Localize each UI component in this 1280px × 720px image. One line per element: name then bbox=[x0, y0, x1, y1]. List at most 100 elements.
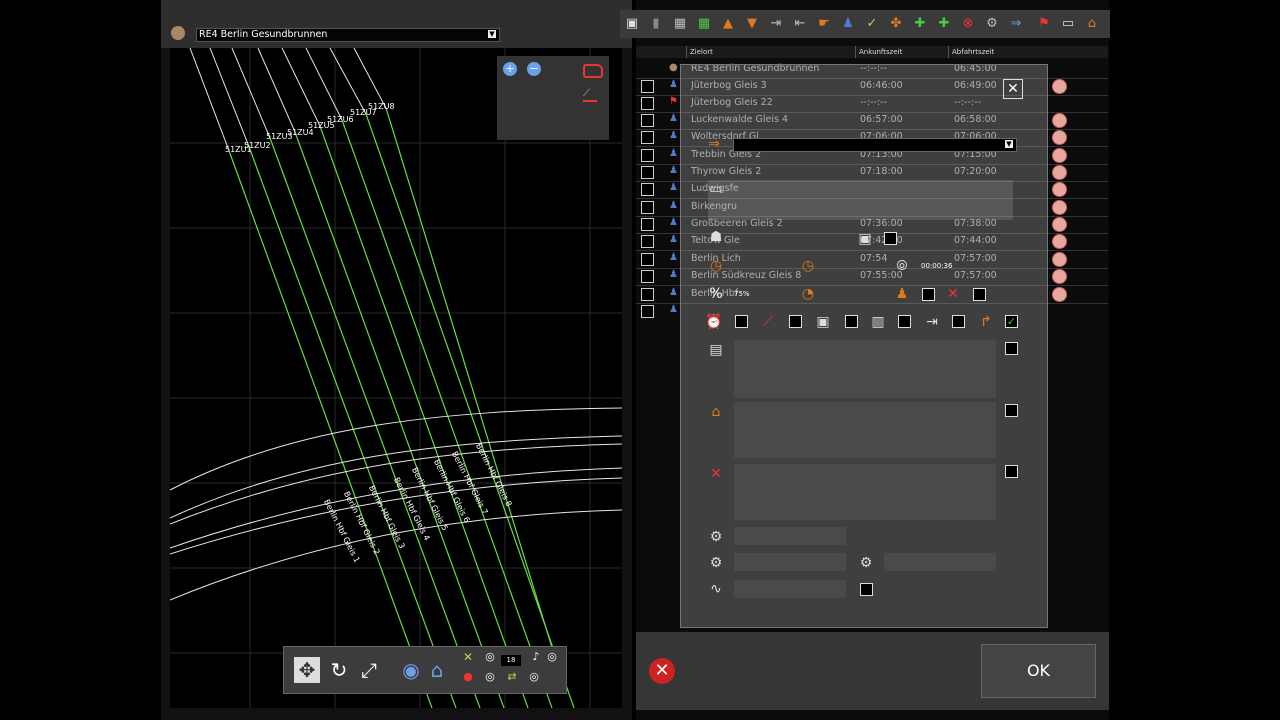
route-icon[interactable]: ⇄ bbox=[504, 669, 520, 685]
home-icon[interactable]: ⌂ bbox=[424, 657, 450, 683]
station-icon[interactable]: ⌂ bbox=[1084, 16, 1100, 32]
track-map[interactable]: 51ZU1 51ZU2 51ZU3 51ZU4 51ZU5 51ZU6 51ZU… bbox=[170, 48, 622, 708]
reverse-icon: ↱ bbox=[980, 314, 992, 330]
train-marker-icon[interactable]: ● bbox=[460, 669, 476, 685]
train-red-icon[interactable] bbox=[583, 64, 603, 78]
signal-checkbox[interactable] bbox=[789, 315, 802, 328]
stop-select[interactable]: ▼ bbox=[733, 138, 1017, 152]
header-abfahrt[interactable]: Abfahrtszeit bbox=[948, 46, 1040, 58]
delete-icon[interactable]: ▮ bbox=[648, 16, 664, 32]
coupling-checkbox[interactable] bbox=[952, 315, 965, 328]
rotate-icon[interactable]: ↻ bbox=[326, 657, 352, 683]
row-checkbox[interactable] bbox=[641, 149, 654, 162]
row-checkbox[interactable] bbox=[641, 218, 654, 231]
row-checkbox[interactable] bbox=[641, 183, 654, 196]
ok-button[interactable]: OK bbox=[981, 644, 1096, 698]
alarm-clock-icon[interactable] bbox=[1052, 234, 1067, 249]
driver-icon bbox=[171, 26, 185, 40]
row-checkbox[interactable] bbox=[641, 253, 654, 266]
script-field-3[interactable] bbox=[884, 553, 996, 571]
restriction-checkbox[interactable] bbox=[1005, 465, 1018, 478]
row-checkbox[interactable] bbox=[641, 80, 654, 93]
split-icon[interactable]: ⇥ bbox=[768, 16, 784, 32]
grid-green-icon[interactable]: ▦ bbox=[696, 16, 712, 32]
row-checkbox[interactable] bbox=[641, 114, 654, 127]
track-crossing-icon[interactable]: ✕ bbox=[460, 649, 476, 665]
doors-checkbox[interactable] bbox=[898, 315, 911, 328]
row-checkbox[interactable] bbox=[641, 270, 654, 283]
clock-icon: ◷ bbox=[801, 258, 815, 274]
header-ankunft[interactable]: Ankunftszeit bbox=[855, 46, 947, 58]
header-zielort[interactable]: Zielort bbox=[686, 46, 854, 58]
zoom-in-icon[interactable]: + bbox=[503, 62, 517, 76]
expand-icon[interactable]: ⤢ bbox=[356, 657, 382, 683]
row-checkbox[interactable] bbox=[641, 166, 654, 179]
point-icon[interactable]: ☛ bbox=[816, 16, 832, 32]
alarm-clock-icon[interactable] bbox=[1052, 287, 1067, 302]
save-icon[interactable]: ▣ bbox=[624, 16, 640, 32]
row-checkbox[interactable] bbox=[641, 131, 654, 144]
radio-option-2[interactable]: ◎ bbox=[544, 649, 560, 665]
settings-icon[interactable]: ⚙ bbox=[984, 16, 1000, 32]
dialog-checkbox-2[interactable] bbox=[922, 288, 935, 301]
alarm-clock-icon[interactable] bbox=[1052, 269, 1067, 284]
flag-icon[interactable]: ⚑ bbox=[1036, 16, 1052, 32]
chevron-down-icon[interactable]: ▼ bbox=[488, 30, 496, 38]
chevron-down-icon[interactable]: ▼ bbox=[1005, 140, 1013, 148]
alarm-clock-icon[interactable] bbox=[1052, 113, 1067, 128]
row-checkbox[interactable] bbox=[641, 305, 654, 318]
move-up-icon[interactable]: ▲ bbox=[720, 16, 736, 32]
zoom-level-field[interactable]: 18 bbox=[501, 655, 521, 666]
station-text-area[interactable] bbox=[734, 402, 996, 458]
radio-option-3[interactable]: ◎ bbox=[482, 669, 498, 685]
alarm-clock-icon[interactable] bbox=[1052, 148, 1067, 163]
dialog-checkbox-1[interactable] bbox=[884, 232, 897, 245]
insert-icon[interactable]: ✚ bbox=[936, 16, 952, 32]
fit-view-icon[interactable]: ✥ bbox=[294, 657, 320, 683]
alarm-clock-icon[interactable] bbox=[1052, 252, 1067, 267]
sound-icon[interactable]: ♪ bbox=[528, 649, 544, 665]
route-select[interactable]: RE4 Berlin Gesundbrunnen ▼ bbox=[196, 28, 500, 42]
cancel-cross-icon[interactable]: ✕ bbox=[943, 284, 963, 304]
wave-field[interactable] bbox=[734, 580, 846, 598]
close-icon[interactable]: ✕ bbox=[1003, 79, 1023, 99]
export-icon[interactable]: ⇒ bbox=[1008, 16, 1024, 32]
add-icon[interactable]: ✚ bbox=[912, 16, 928, 32]
grid-icon[interactable]: ▦ bbox=[672, 16, 688, 32]
row-checkbox[interactable] bbox=[641, 235, 654, 248]
move-down-icon[interactable]: ▼ bbox=[744, 16, 760, 32]
alarm-clock-icon[interactable] bbox=[1052, 182, 1067, 197]
alarm-clock-icon: ⏰ bbox=[705, 314, 723, 330]
alarm-clock-icon[interactable] bbox=[1052, 217, 1067, 232]
alarm-clock-icon[interactable] bbox=[1052, 200, 1067, 215]
display-text-area[interactable] bbox=[734, 340, 996, 398]
check-list-icon[interactable]: ✓ bbox=[864, 16, 880, 32]
row-checkbox[interactable] bbox=[641, 97, 654, 110]
signal-edit-icon[interactable]: ⟋ bbox=[583, 88, 597, 102]
script-field-1[interactable] bbox=[734, 527, 846, 545]
row-checkbox[interactable] bbox=[641, 288, 654, 301]
script-field-2[interactable] bbox=[734, 553, 846, 571]
restriction-text-area[interactable] bbox=[734, 464, 996, 520]
alarm-checkbox[interactable] bbox=[735, 315, 748, 328]
row-checkbox[interactable] bbox=[641, 201, 654, 214]
train-checkbox[interactable] bbox=[845, 315, 858, 328]
merge-icon[interactable]: ⇤ bbox=[792, 16, 808, 32]
radio-option-4[interactable]: ◎ bbox=[526, 669, 542, 685]
station-checkbox[interactable] bbox=[1005, 404, 1018, 417]
train-view-icon[interactable]: ▭ bbox=[1060, 16, 1076, 32]
zoom-out-icon[interactable]: − bbox=[527, 62, 541, 76]
radio-option-1[interactable]: ◎ bbox=[482, 649, 498, 665]
remove-stop-icon[interactable]: ⊗ bbox=[960, 16, 976, 32]
alarm-clock-icon[interactable] bbox=[1052, 79, 1067, 94]
cancel-icon[interactable]: ✕ bbox=[649, 658, 675, 684]
dialog-checkbox-3[interactable] bbox=[973, 288, 986, 301]
reverse-checkbox[interactable]: ✓ bbox=[1005, 315, 1018, 328]
alarm-clock-icon[interactable] bbox=[1052, 130, 1067, 145]
display-checkbox[interactable] bbox=[1005, 342, 1018, 355]
group-icon[interactable]: ✤ bbox=[888, 16, 904, 32]
passengers-icon[interactable]: ♟ bbox=[840, 16, 856, 32]
wave-checkbox[interactable] bbox=[860, 583, 873, 596]
globe-icon[interactable]: ◉ bbox=[398, 657, 424, 683]
alarm-clock-icon[interactable] bbox=[1052, 165, 1067, 180]
